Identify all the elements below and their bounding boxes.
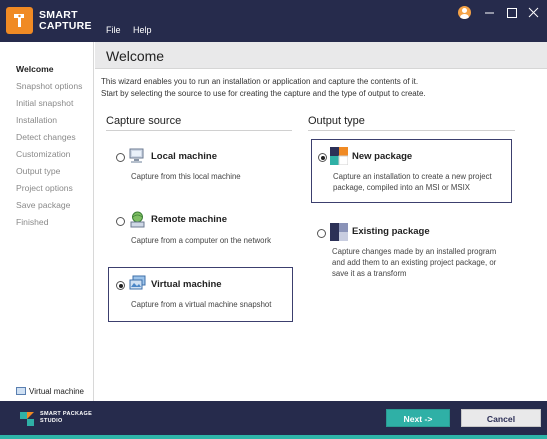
computer-icon (129, 147, 146, 164)
close-icon[interactable] (525, 6, 543, 20)
step-snapshot-options: Snapshot options (16, 81, 83, 91)
app-brand: SMART CAPTURE (39, 10, 92, 32)
capture-source-heading: Capture source (106, 115, 182, 127)
step-finished: Finished (16, 217, 49, 227)
virtual-machine-title: Virtual machine (151, 279, 222, 290)
option-existing-package[interactable]: Existing package Capture changes made by… (311, 220, 512, 284)
title-bar: SMART CAPTURE File Help (0, 0, 547, 42)
step-detect-changes: Detect changes (16, 132, 76, 142)
radio-existing-package[interactable] (317, 229, 326, 238)
intro-line-1: This wizard enables you to run an instal… (101, 77, 419, 86)
capture-source-divider (106, 130, 292, 131)
footer-brand-line-1: SMART PACKAGE (40, 411, 93, 417)
new-package-desc: Capture an installation to create a new … (333, 172, 492, 192)
step-save-package: Save package (16, 200, 71, 210)
step-customization: Customization (16, 149, 71, 159)
cancel-button[interactable]: Cancel (461, 409, 541, 427)
network-computer-icon (129, 211, 146, 228)
page-title: Welcome (106, 48, 165, 64)
intro-text: This wizard enables you to run an instal… (101, 76, 541, 100)
menu-bar: File Help (106, 25, 162, 35)
remote-machine-title: Remote machine (151, 214, 228, 225)
option-virtual-machine[interactable]: Virtual machine Capture from a virtual m… (108, 267, 293, 322)
source-indicator-label: Virtual machine (29, 387, 84, 396)
local-machine-desc: Capture from this local machine (131, 172, 241, 181)
footer-logo-icon (18, 410, 36, 428)
step-installation: Installation (16, 115, 58, 125)
maximize-icon[interactable] (503, 6, 521, 20)
virtual-machine-desc: Capture from a virtual machine snapshot (131, 300, 272, 309)
output-type-divider (308, 130, 515, 131)
footer-bar: SMART PACKAGE STUDIO Next -> Cancel (0, 401, 547, 439)
step-output-type: Output type (16, 166, 61, 176)
menu-help[interactable]: Help (133, 25, 152, 35)
existing-package-title: Existing package (352, 226, 430, 237)
footer-brand: SMART PACKAGE STUDIO (40, 411, 92, 424)
existing-package-desc: Capture changes made by an installed pro… (332, 247, 497, 278)
option-remote-machine[interactable]: Remote machine Capture from a computer o… (110, 207, 293, 255)
virtual-machine-icon (16, 387, 26, 395)
menu-file[interactable]: File (106, 25, 121, 35)
user-account-icon[interactable] (458, 6, 471, 19)
new-package-icon (330, 147, 349, 166)
radio-local-machine[interactable] (116, 153, 125, 162)
output-type-heading: Output type (308, 115, 365, 127)
brand-line-2: CAPTURE (39, 20, 92, 32)
source-indicator: Virtual machine (16, 387, 84, 396)
step-initial-snapshot: Initial snapshot (16, 98, 74, 108)
radio-virtual-machine[interactable] (116, 281, 125, 290)
app-logo (6, 7, 33, 34)
option-local-machine[interactable]: Local machine Capture from this local ma… (110, 143, 293, 191)
next-button[interactable]: Next -> (386, 409, 450, 427)
footer-brand-line-2: STUDIO (40, 417, 63, 424)
wizard-steps-sidebar: Welcome Snapshot options Initial snapsho… (0, 42, 94, 401)
step-project-options: Project options (16, 183, 73, 193)
minimize-icon[interactable] (481, 6, 499, 20)
radio-new-package[interactable] (318, 153, 327, 162)
radio-remote-machine[interactable] (116, 217, 125, 226)
page-header: Welcome (95, 42, 547, 69)
virtual-machine-icon (129, 275, 146, 292)
step-welcome[interactable]: Welcome (16, 64, 82, 81)
remote-machine-desc: Capture from a computer on the network (131, 236, 271, 245)
local-machine-title: Local machine (151, 151, 217, 162)
intro-line-2: Start by selecting the source to use for… (101, 89, 426, 98)
existing-package-icon (330, 223, 348, 241)
new-package-title: New package (352, 151, 413, 162)
option-new-package[interactable]: New package Capture an installation to c… (311, 139, 512, 203)
